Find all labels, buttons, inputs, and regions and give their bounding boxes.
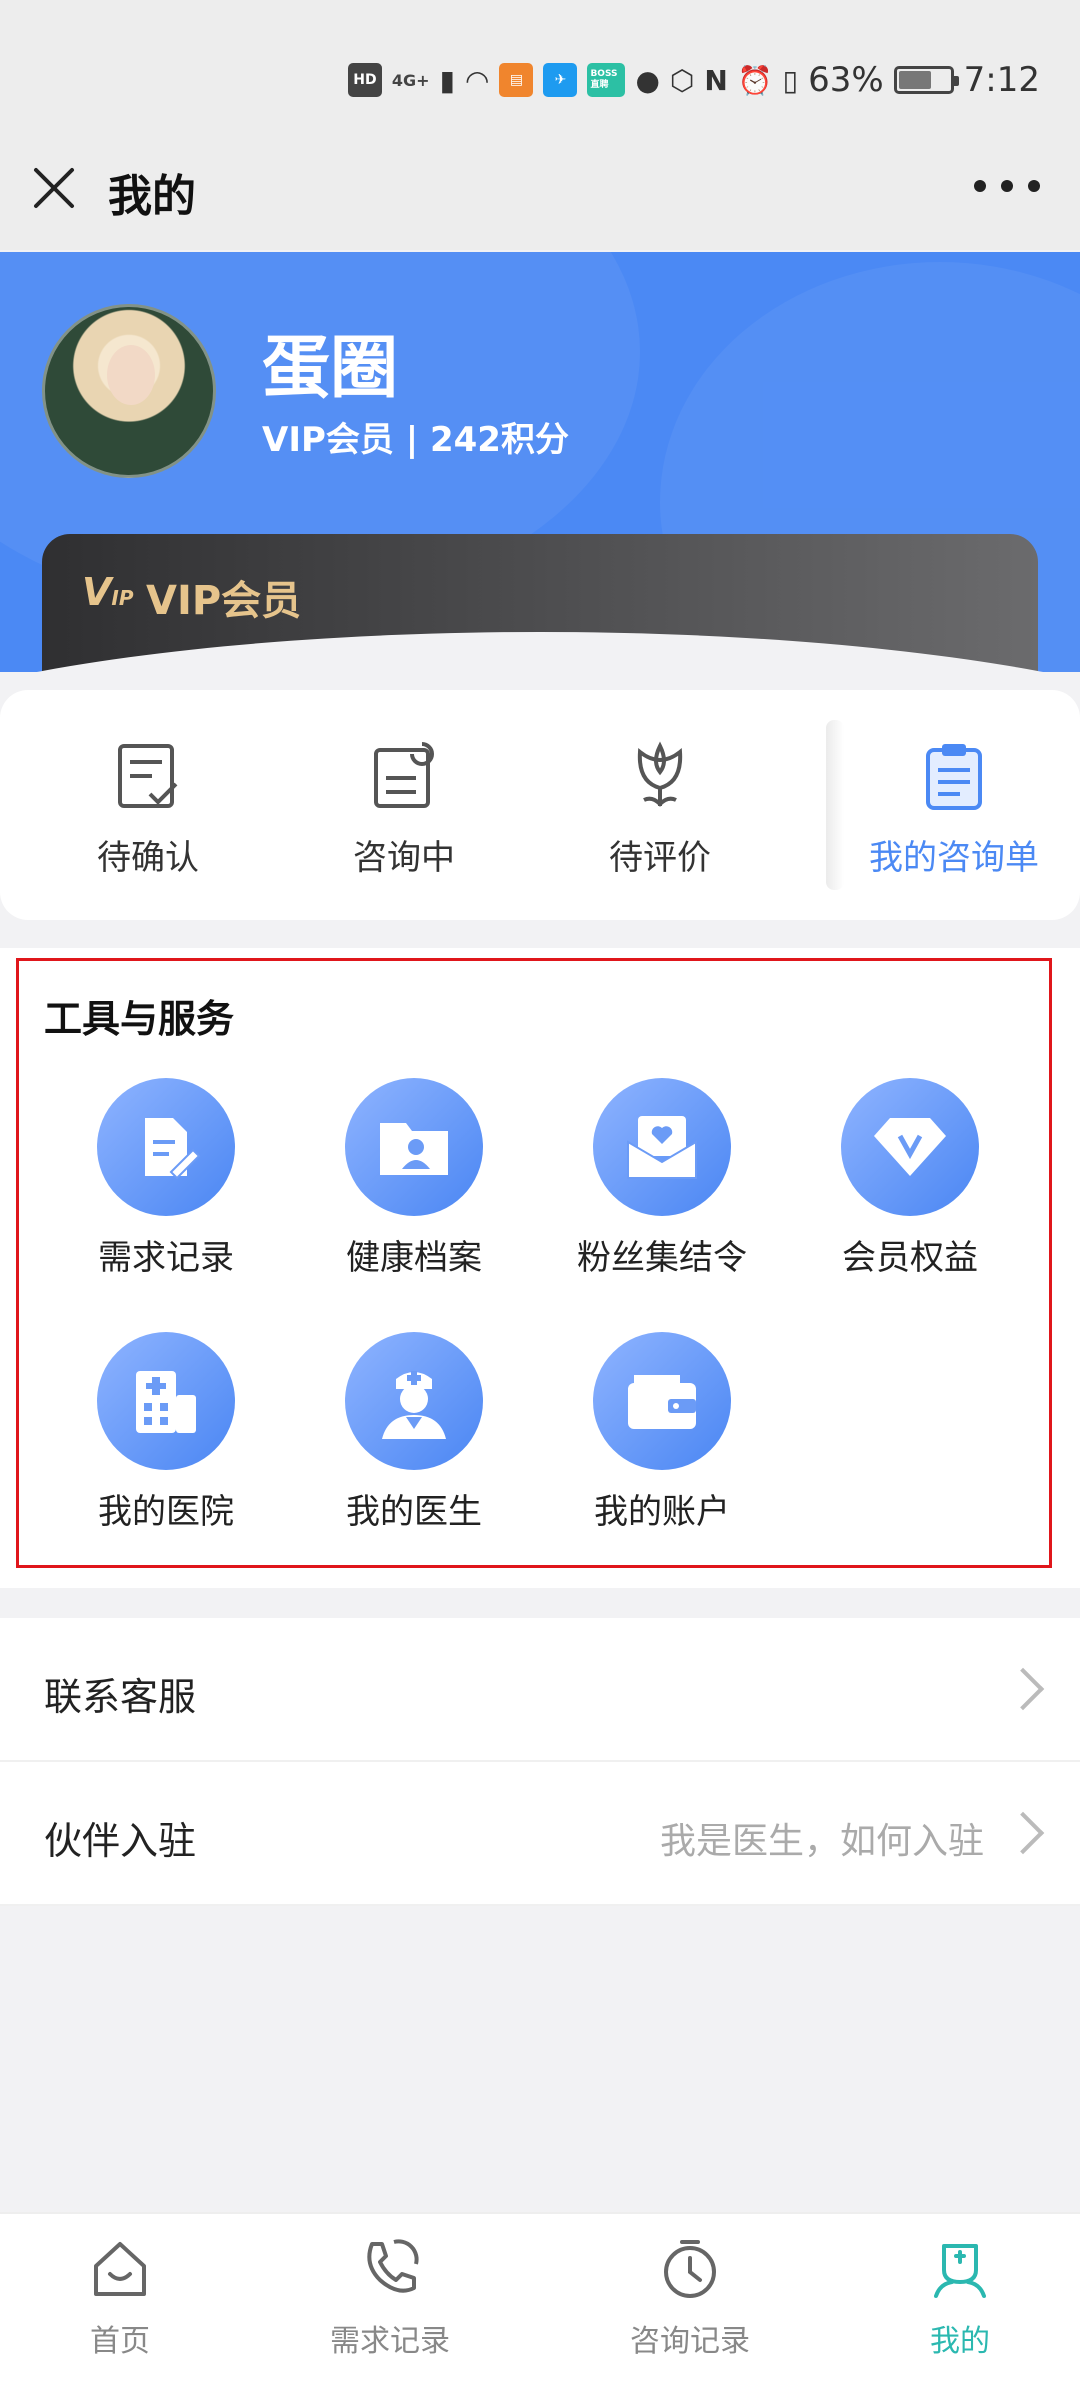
pending-review-icon (637, 741, 683, 807)
battery-icon (893, 66, 959, 94)
order-label: 待评价 (609, 838, 711, 878)
tool-member-benefits[interactable]: 会员权益 (800, 1078, 1020, 1279)
page-title: 我的 (108, 171, 196, 222)
chevron-right-icon (1001, 1811, 1045, 1855)
order-pending-review[interactable]: 待评价 (550, 738, 770, 879)
order-pending-confirm[interactable]: 待确认 (38, 738, 258, 879)
wallet-icon (593, 1332, 731, 1470)
row-hint: 我是医生，如何入驻 (659, 1821, 984, 1862)
folder-user-icon (345, 1078, 483, 1216)
avatar[interactable] (42, 304, 216, 478)
profile-header: 蛋圈 VIP会员 | 242积分 VIP VIP会员 (0, 252, 1080, 672)
chevron-right-icon (1001, 1667, 1045, 1711)
heart-envelope-icon (593, 1078, 731, 1216)
scroll-shadow (826, 720, 844, 890)
close-icon[interactable] (32, 166, 76, 210)
tools-services-section: 工具与服务 需求记录 健康档案 粉丝集结令 会员权益 我的医院 我的医生 我的账… (0, 948, 1080, 1588)
phone-chat-icon (367, 2239, 419, 2293)
chat-bubble-icon: ● (635, 63, 660, 97)
tool-health-records[interactable]: 健康档案 (304, 1078, 524, 1279)
tool-demand-records[interactable]: 需求记录 (56, 1078, 276, 1279)
battery-fill (898, 71, 931, 89)
tab-mine[interactable]: 我的 (840, 2236, 1080, 2360)
member-points: VIP会员 | 242积分 (262, 420, 569, 460)
bottom-tab-bar: 首页 需求记录 咨询记录 我的 (0, 2212, 1080, 2400)
document-edit-icon (97, 1078, 235, 1216)
status-icons: HD 4G+ ▮ ◠ ▤ ✈ BOSS直聘 ● ⬡ N ⏰ ▯ 63% 7:12 (347, 58, 1040, 102)
order-label: 我的咨询单 (869, 838, 1039, 878)
order-my-consultations[interactable]: 我的咨询单 (844, 738, 1064, 879)
order-label: 待确认 (97, 838, 199, 878)
tab-label: 需求记录 (330, 2324, 450, 2359)
partner-join-row[interactable]: 伙伴入驻 我是医生，如何入驻 (0, 1762, 1080, 1906)
app-notification-icon: ▤ (499, 63, 534, 97)
tool-fan-rally[interactable]: 粉丝集结令 (552, 1078, 772, 1279)
clock-icon (664, 2240, 716, 2298)
username: 蛋圈 (262, 329, 399, 408)
hand-icon: ⬡ (669, 63, 695, 97)
more-options-icon[interactable] (974, 180, 1040, 196)
tab-demand-records[interactable]: 需求记录 (270, 2236, 510, 2360)
hd-badge: HD (347, 63, 382, 97)
tool-my-doctor[interactable]: 我的医生 (304, 1332, 524, 1533)
tool-label: 我的账户 (594, 1492, 730, 1532)
hospital-icon (97, 1332, 235, 1470)
order-consulting[interactable]: 咨询中 (294, 738, 514, 879)
settings-list: 联系客服 伙伴入驻 我是医生，如何入驻 (0, 1618, 1080, 1906)
home-icon (94, 2242, 146, 2296)
vip-card-label: VIP会员 (146, 578, 302, 624)
message-app-icon: ✈ (543, 63, 578, 97)
signal-icon: ▮ (439, 63, 455, 97)
tab-label: 我的 (930, 2324, 990, 2359)
tool-label: 我的医院 (98, 1492, 234, 1532)
tool-label: 健康档案 (346, 1238, 482, 1278)
tool-label: 粉丝集结令 (577, 1238, 747, 1278)
user-medical-icon (934, 2244, 986, 2298)
section-title: 工具与服务 (44, 997, 235, 1041)
clipboard-icon (926, 744, 982, 810)
title-bar: 我的 (0, 120, 1080, 250)
network-type: 4G+ (391, 70, 430, 90)
tool-my-hospital[interactable]: 我的医院 (56, 1332, 276, 1533)
tool-label: 会员权益 (842, 1238, 978, 1278)
boss-app-icon: BOSS直聘 (587, 63, 626, 97)
clock-time: 7:12 (963, 60, 1040, 100)
pending-confirm-icon (118, 744, 178, 808)
doctor-icon (345, 1332, 483, 1470)
consulting-icon (374, 742, 434, 808)
vip-logo-icon: VIP (82, 570, 134, 614)
vibrate-icon: ▯ (782, 63, 799, 97)
diamond-v-icon (841, 1078, 979, 1216)
tab-consult-records[interactable]: 咨询记录 (570, 2236, 810, 2360)
tool-label: 需求记录 (98, 1238, 234, 1278)
tool-my-account[interactable]: 我的账户 (552, 1332, 772, 1533)
consultation-status-card: 待确认 咨询中 待评价 我的咨询单 (0, 690, 1080, 920)
tool-label: 我的医生 (346, 1492, 482, 1532)
tab-home[interactable]: 首页 (0, 2236, 240, 2360)
tab-label: 咨询记录 (630, 2324, 750, 2359)
avatar-face (107, 345, 155, 405)
row-label: 联系客服 (44, 1675, 197, 1719)
row-label: 伙伴入驻 (44, 1819, 197, 1863)
alarm-icon: ⏰ (737, 63, 773, 97)
nfc-icon: N (704, 63, 728, 97)
order-label: 咨询中 (353, 838, 455, 878)
battery-percent: 63% (808, 60, 884, 100)
wifi-icon: ◠ (465, 63, 490, 97)
tab-label: 首页 (90, 2324, 150, 2359)
contact-support-row[interactable]: 联系客服 (0, 1618, 1080, 1762)
